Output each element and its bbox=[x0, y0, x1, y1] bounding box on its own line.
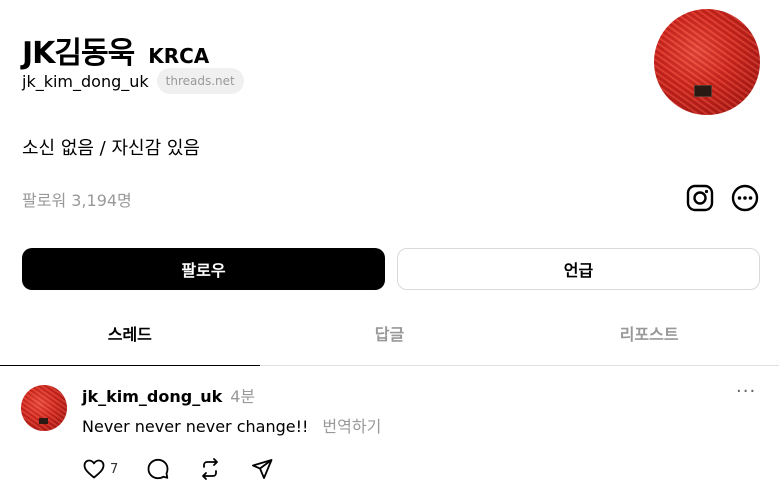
share-icon bbox=[252, 459, 273, 479]
tab-threads[interactable]: 스레드 bbox=[0, 312, 260, 366]
profile-name: JK김동욱 bbox=[22, 36, 135, 71]
post-header: jk_kim_dong_uk 4분 bbox=[82, 383, 255, 407]
domain-badge[interactable]: threads.net bbox=[156, 68, 244, 94]
profile-bio: 소신 없음 / 자신감 있음 bbox=[22, 138, 200, 159]
like-count: 7 bbox=[110, 461, 119, 477]
mention-button[interactable]: 언급 bbox=[397, 248, 760, 290]
heart-icon bbox=[83, 459, 105, 479]
post-author-avatar[interactable] bbox=[21, 385, 67, 431]
post-body: Never never never change!! 번역하기 bbox=[82, 413, 381, 437]
tab-replies[interactable]: 답글 bbox=[260, 312, 520, 365]
follow-button[interactable]: 팔로우 bbox=[22, 248, 385, 290]
profile-handle: jk_kim_dong_uk bbox=[22, 71, 149, 91]
repost-button[interactable] bbox=[198, 457, 222, 481]
tab-reposts[interactable]: 리포스트 bbox=[519, 312, 779, 365]
like-button[interactable]: 7 bbox=[82, 457, 118, 481]
avatar-detail bbox=[39, 418, 48, 424]
profile-tabs: 스레드 답글 리포스트 bbox=[0, 312, 779, 366]
instagram-icon[interactable] bbox=[685, 183, 715, 213]
comment-icon bbox=[147, 458, 169, 480]
post-more-icon[interactable]: ··· bbox=[736, 381, 756, 402]
followers-count[interactable]: 팔로워 3,194명 bbox=[22, 187, 132, 211]
profile-avatar[interactable] bbox=[654, 9, 760, 115]
post-text: Never never never change!! bbox=[82, 417, 309, 436]
share-button[interactable] bbox=[250, 457, 274, 481]
post-actions: 7 bbox=[82, 457, 302, 481]
profile-tag: KRCA bbox=[148, 44, 210, 68]
post-timestamp: 4분 bbox=[230, 387, 256, 406]
translate-link[interactable]: 번역하기 bbox=[322, 413, 381, 437]
repost-icon bbox=[202, 458, 219, 480]
post-author[interactable]: jk_kim_dong_uk bbox=[82, 387, 222, 406]
comment-button[interactable] bbox=[146, 457, 170, 481]
handle-row: jk_kim_dong_uk threads.net bbox=[22, 68, 244, 94]
more-options-icon[interactable] bbox=[730, 183, 760, 213]
avatar-detail bbox=[694, 85, 712, 97]
profile-header: JK김동욱 KRCA bbox=[22, 28, 209, 72]
